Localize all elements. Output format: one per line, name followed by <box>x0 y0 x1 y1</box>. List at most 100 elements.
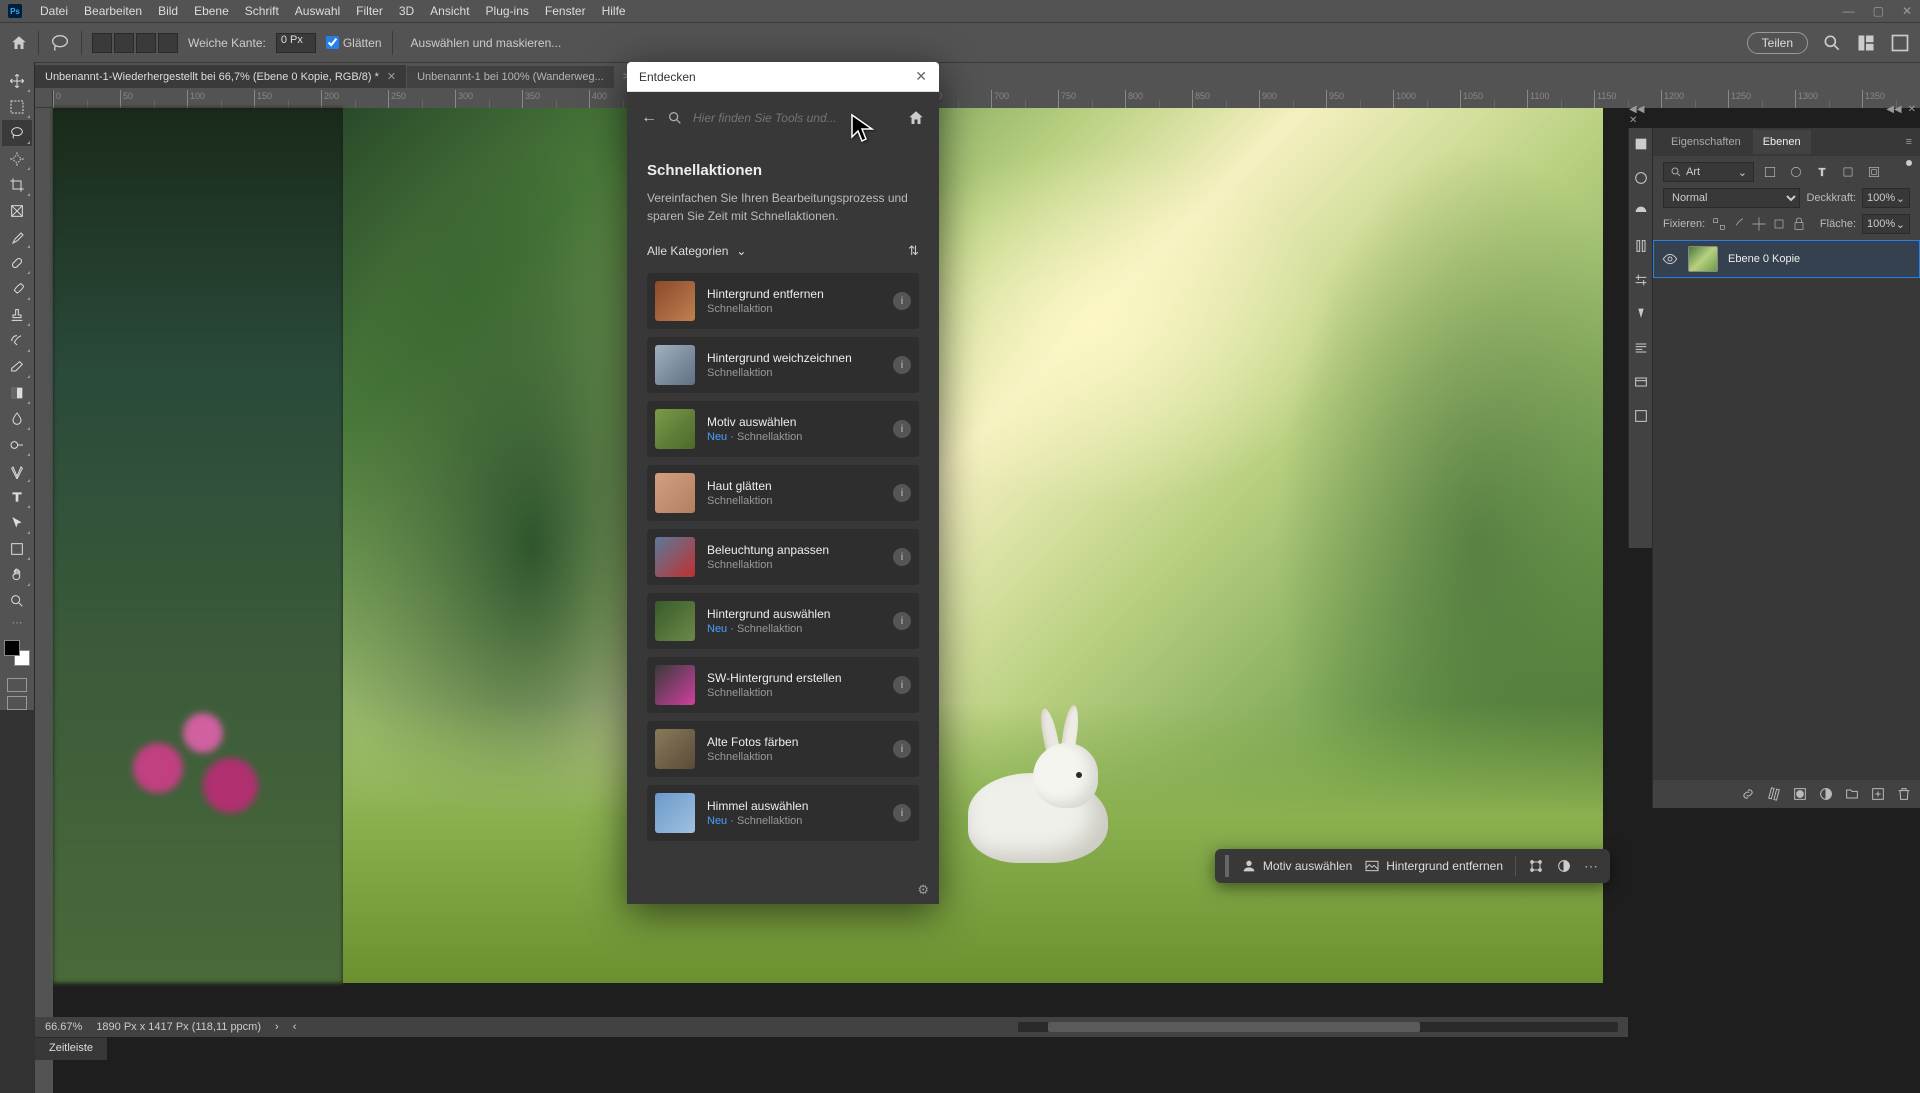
blur-tool[interactable] <box>2 406 32 432</box>
screenmode-icon[interactable] <box>7 696 27 710</box>
info-icon[interactable]: i <box>893 612 911 630</box>
type-tool[interactable] <box>2 484 32 510</box>
menu-window[interactable]: Fenster <box>537 4 594 18</box>
quick-select-tool[interactable] <box>2 146 32 172</box>
quick-action-item[interactable]: Haut glätten Schnellaktion i <box>647 465 919 521</box>
brush-tool[interactable] <box>2 276 32 302</box>
workspace-icon[interactable] <box>1856 33 1876 53</box>
layer-name[interactable]: Ebene 0 Kopie <box>1728 253 1800 265</box>
color-panel-icon[interactable] <box>1633 136 1649 152</box>
collapse-panel-icon[interactable]: ◀◀ <box>1886 104 1901 115</box>
selection-new[interactable] <box>92 33 112 53</box>
maximize-icon[interactable]: ▢ <box>1873 4 1884 18</box>
blend-mode-select[interactable]: Normal <box>1663 188 1800 208</box>
info-icon[interactable]: i <box>893 292 911 310</box>
gradients-panel-icon[interactable] <box>1633 204 1649 220</box>
document-info[interactable]: 1890 Px x 1417 Px (118,11 ppcm) <box>96 1021 261 1033</box>
lasso-tool[interactable] <box>2 120 32 146</box>
stamp-tool[interactable] <box>2 302 32 328</box>
patterns-panel-icon[interactable] <box>1633 238 1649 254</box>
remove-background-button[interactable]: Hintergrund entfernen <box>1364 858 1503 874</box>
dodge-tool[interactable] <box>2 432 32 458</box>
share-button[interactable]: Teilen <box>1747 32 1808 54</box>
close-icon[interactable]: ✕ <box>915 68 927 85</box>
path-select-tool[interactable] <box>2 510 32 536</box>
opacity-input[interactable]: 100%⌄ <box>1862 188 1910 208</box>
eraser-tool[interactable] <box>2 354 32 380</box>
select-and-mask-button[interactable]: Auswählen und maskieren... <box>403 32 570 54</box>
quick-action-item[interactable]: Hintergrund entfernen Schnellaktion i <box>647 273 919 329</box>
document-tab-2[interactable]: Unbenannt-1 bei 100% (Wanderweg... <box>407 66 615 88</box>
swatches-panel-icon[interactable] <box>1633 170 1649 186</box>
close-panel-icon[interactable]: ✕ <box>1908 104 1916 115</box>
adjustment-layer-icon[interactable] <box>1818 786 1834 802</box>
arrange-icon[interactable] <box>1890 33 1910 53</box>
menu-filter[interactable]: Filter <box>348 4 391 18</box>
menu-view[interactable]: Ansicht <box>422 4 477 18</box>
marquee-tool[interactable] <box>2 94 32 120</box>
info-icon[interactable]: i <box>893 740 911 758</box>
close-icon[interactable]: ✕ <box>1902 4 1912 18</box>
foreground-color[interactable] <box>4 640 20 656</box>
menu-image[interactable]: Bild <box>150 4 186 18</box>
layer-row[interactable]: Ebene 0 Kopie <box>1653 240 1920 278</box>
frame-tool[interactable] <box>2 198 32 224</box>
group-icon[interactable] <box>1844 786 1860 802</box>
selection-subtract[interactable] <box>136 33 156 53</box>
filter-pixel-icon[interactable] <box>1760 162 1780 182</box>
delete-layer-icon[interactable] <box>1896 786 1912 802</box>
quick-action-item[interactable]: Himmel auswählen Neu · Schnellaktion i <box>647 785 919 841</box>
sort-icon[interactable]: ⇅ <box>908 243 919 259</box>
antialias-checkbox[interactable]: Glätten <box>326 36 382 50</box>
gradient-tool[interactable] <box>2 380 32 406</box>
layer-filter-kind[interactable]: Art⌄ <box>1663 162 1754 182</box>
quick-action-item[interactable]: Motiv auswählen Neu · Schnellaktion i <box>647 401 919 457</box>
filter-smartobject-icon[interactable] <box>1864 162 1884 182</box>
crop-tool[interactable] <box>2 172 32 198</box>
menu-type[interactable]: Schrift <box>237 4 287 18</box>
search-icon[interactable] <box>1822 33 1842 53</box>
zoom-tool[interactable] <box>2 588 32 614</box>
history-brush-tool[interactable] <box>2 328 32 354</box>
quick-action-item[interactable]: SW-Hintergrund erstellen Schnellaktion i <box>647 657 919 713</box>
info-icon[interactable]: i <box>893 356 911 374</box>
shape-tool[interactable] <box>2 536 32 562</box>
properties-tab[interactable]: Eigenschaften <box>1661 130 1751 154</box>
timeline-tab[interactable]: Zeitleiste <box>35 1037 107 1060</box>
menu-layer[interactable]: Ebene <box>186 4 237 18</box>
info-icon[interactable]: i <box>893 676 911 694</box>
menu-edit[interactable]: Bearbeiten <box>76 4 150 18</box>
lasso-tool-icon[interactable] <box>49 32 71 54</box>
select-subject-button[interactable]: Motiv auswählen <box>1241 858 1352 874</box>
healing-tool[interactable] <box>2 250 32 276</box>
new-layer-icon[interactable] <box>1870 786 1886 802</box>
quick-action-item[interactable]: Alte Fotos färben Schnellaktion i <box>647 721 919 777</box>
quickmask-icon[interactable] <box>7 678 27 692</box>
layer-mask-icon[interactable] <box>1792 786 1808 802</box>
menu-help[interactable]: Hilfe <box>594 4 634 18</box>
filter-adjustment-icon[interactable] <box>1786 162 1806 182</box>
document-tab-1[interactable]: Unbenannt-1-Wiederhergestellt bei 66,7% … <box>35 65 407 88</box>
back-icon[interactable]: ← <box>641 109 657 127</box>
filter-toggle-icon[interactable] <box>1890 162 1910 182</box>
feather-input[interactable]: 0 Px <box>276 33 316 53</box>
paragraph-panel-icon[interactable] <box>1633 340 1649 356</box>
info-icon[interactable]: i <box>893 804 911 822</box>
selection-intersect[interactable] <box>158 33 178 53</box>
more-options-icon[interactable]: ⋯ <box>1584 858 1600 875</box>
menu-3d[interactable]: 3D <box>391 4 422 18</box>
status-arrow-icon[interactable]: ‹ <box>293 1021 297 1033</box>
tab-close-icon[interactable]: ✕ <box>387 70 396 83</box>
move-tool[interactable] <box>2 68 32 94</box>
info-icon[interactable]: i <box>893 548 911 566</box>
selection-add[interactable] <box>114 33 134 53</box>
menu-select[interactable]: Auswahl <box>287 4 348 18</box>
visibility-icon[interactable] <box>1662 251 1678 267</box>
gear-icon[interactable]: ⚙ <box>917 882 929 898</box>
menu-plugins[interactable]: Plug-ins <box>478 4 537 18</box>
eyedropper-tool[interactable] <box>2 224 32 250</box>
menu-file[interactable]: Datei <box>32 4 76 18</box>
lock-all-icon[interactable] <box>1791 216 1807 232</box>
zoom-level[interactable]: 66.67% <box>45 1021 82 1033</box>
category-dropdown[interactable]: Alle Kategorien ⌄ <box>647 244 746 258</box>
